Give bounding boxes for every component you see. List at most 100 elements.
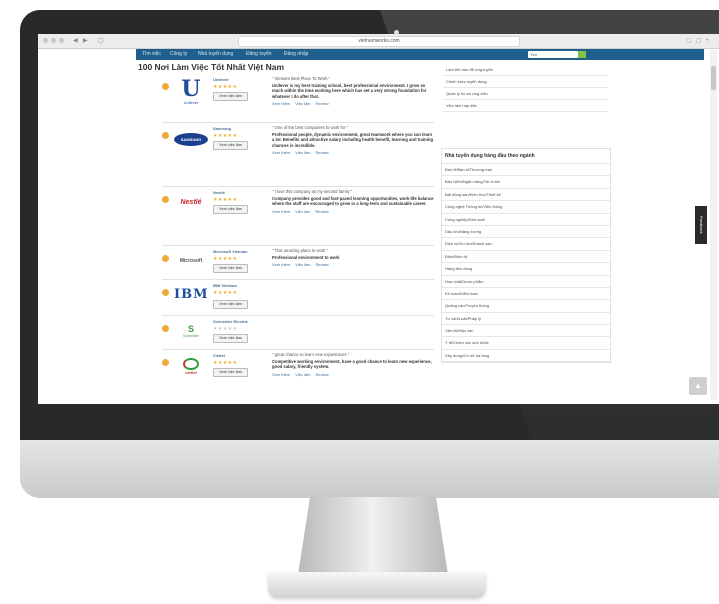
- company-name[interactable]: IBM Vietnam: [213, 283, 237, 288]
- company-name[interactable]: Microsoft Vietnam: [213, 249, 248, 254]
- location-pin-icon: [162, 132, 169, 139]
- industry-link[interactable]: Quảng cáo/Truyền thông: [442, 300, 610, 313]
- nav-item-post-job[interactable]: Đăng tuyển: [246, 50, 272, 59]
- rating-stars: ★★★★★: [213, 326, 238, 332]
- industry-link[interactable]: Dịch vụ/Du lịch/Khách sạn: [442, 238, 610, 251]
- view-jobs-button[interactable]: Xem việc làm: [213, 368, 248, 377]
- company-name[interactable]: Schneider Electric: [213, 319, 248, 324]
- review-links: Xem thêm Việc làm Review: [272, 372, 434, 377]
- sidebar-link[interactable]: Làm thế nào để ứng tuyển: [443, 64, 608, 76]
- rating-stars: ★★★★★: [213, 360, 238, 366]
- industry-link[interactable]: Dầu khí/Năng lượng: [442, 226, 610, 239]
- review-link[interactable]: Review: [316, 262, 329, 267]
- review-link[interactable]: Review: [316, 101, 329, 106]
- forward-arrow-icon[interactable]: ▶: [83, 37, 88, 45]
- browser-action-icons[interactable]: ▢▢+: [686, 37, 713, 44]
- industry-link[interactable]: Bán lẻ/Bán sỉ/Thương mại: [442, 164, 610, 177]
- company-list: U Unilever Unilever ★★★★★ Xem việc làm "…: [162, 74, 434, 390]
- review-link[interactable]: Review: [316, 372, 329, 377]
- view-jobs-button[interactable]: Xem việc làm: [213, 205, 248, 214]
- scrollbar-thumb[interactable]: [711, 66, 716, 90]
- zoom-window-icon[interactable]: [59, 38, 64, 43]
- location-pin-icon: [162, 359, 169, 366]
- nav-item-jobs[interactable]: Tìm việc: [142, 50, 161, 59]
- review-title: " One of the best companies to work for …: [272, 125, 349, 130]
- rating-stars: ★★★★★: [213, 84, 238, 90]
- company-name[interactable]: Unilever: [213, 77, 229, 82]
- company-logo[interactable]: Microsoft: [174, 256, 208, 266]
- sidebar-links: Làm thế nào để ứng tuyển Chiến lược tuyể…: [443, 64, 608, 112]
- page-scrollbar[interactable]: [710, 50, 717, 400]
- more-link[interactable]: Xem thêm: [272, 372, 290, 377]
- review-title: " This amazing place to work ": [272, 248, 328, 253]
- search-button[interactable]: [578, 51, 586, 58]
- view-jobs-button[interactable]: Xem việc làm: [213, 92, 248, 101]
- rating-stars: ★★★★★: [213, 133, 238, 139]
- location-pin-icon: [162, 289, 169, 296]
- minimize-window-icon[interactable]: [51, 38, 56, 43]
- jobs-link[interactable]: Việc làm: [295, 101, 310, 106]
- back-arrow-icon[interactable]: ◀: [73, 37, 78, 45]
- jobs-link[interactable]: Việc làm: [295, 262, 310, 267]
- company-name[interactable]: Nestlé: [213, 190, 225, 195]
- view-jobs-button[interactable]: Xem việc làm: [213, 300, 248, 309]
- more-link[interactable]: Xem thêm: [272, 101, 290, 106]
- monitor-stand: [298, 497, 448, 575]
- company-row: viettel Viettel ★★★★★ Xem việc làm " gre…: [162, 350, 434, 390]
- page-title: 100 Nơi Làm Việc Tốt Nhất Việt Nam: [138, 62, 285, 72]
- more-link[interactable]: Xem thêm: [272, 150, 290, 155]
- company-logo[interactable]: Nestlé: [174, 197, 208, 209]
- industry-link[interactable]: Công nghiệp/Sản xuất: [442, 214, 610, 226]
- industry-link[interactable]: Điện/Điện tử: [442, 251, 610, 264]
- address-bar[interactable]: vietnamworks.com: [238, 36, 520, 47]
- feedback-tab[interactable]: Feedback: [695, 206, 707, 244]
- review-link[interactable]: Review: [316, 150, 329, 155]
- more-link[interactable]: Xem thêm: [272, 262, 290, 267]
- sidebar-link[interactable]: Việc làm hấp dẫn: [443, 100, 608, 112]
- industry-link[interactable]: Kế toán/Kiểm toán: [442, 288, 610, 301]
- back-to-top-icon[interactable]: ▲: [689, 377, 707, 395]
- view-jobs-button[interactable]: Xem việc làm: [213, 264, 248, 273]
- company-logo[interactable]: viettel: [174, 358, 208, 375]
- view-jobs-button[interactable]: Xem việc làm: [213, 141, 248, 150]
- jobs-link[interactable]: Việc làm: [295, 372, 310, 377]
- industry-link[interactable]: Công nghệ Thông tin/Viễn thông: [442, 201, 610, 214]
- company-row: U Unilever Unilever ★★★★★ Xem việc làm "…: [162, 74, 434, 123]
- review-links: Xem thêm Việc làm Review: [272, 101, 434, 106]
- industry-link[interactable]: Tư vấn/Luật/Pháp lý: [442, 313, 610, 326]
- jobs-link[interactable]: Việc làm: [295, 209, 310, 214]
- industry-link[interactable]: Hàng tiêu dùng: [442, 263, 610, 276]
- view-jobs-button[interactable]: Xem việc làm: [213, 334, 248, 343]
- sidebar-toggle-icon[interactable]: ▢: [98, 37, 104, 45]
- review-block: " Vietnam Best Place To Work " Unilever …: [272, 76, 434, 106]
- company-logo[interactable]: S Schneider: [174, 324, 208, 338]
- industry-link[interactable]: Y tế/Chăm sóc sức khỏe: [442, 337, 610, 350]
- company-logo[interactable]: IBM: [174, 286, 208, 304]
- industry-link[interactable]: Bất động sản/Kiến trúc/Thiết kế: [442, 189, 610, 202]
- jobs-link[interactable]: Việc làm: [295, 150, 310, 155]
- nav-item-login[interactable]: Đăng nhập: [284, 50, 308, 59]
- more-link[interactable]: Xem thêm: [272, 209, 290, 214]
- industry-link[interactable]: Vận tải/Hậu cần: [442, 325, 610, 338]
- sidebar-link[interactable]: Chiến lược tuyển dụng: [443, 76, 608, 88]
- review-link[interactable]: Review: [316, 209, 329, 214]
- company-row: IBM IBM Vietnam ★★★★★ Xem việc làm: [162, 280, 434, 316]
- sidebar-box-title: Nhà tuyển dụng hàng đầu theo ngành: [442, 149, 610, 164]
- industry-link[interactable]: Bảo hiểm/Ngân hàng/Tài chính: [442, 176, 610, 189]
- company-logo[interactable]: SAMSUNG: [174, 133, 208, 146]
- company-name[interactable]: Viettel: [213, 353, 225, 358]
- nav-item-employers[interactable]: Nhà tuyển dụng: [198, 50, 233, 59]
- industry-link[interactable]: Hóa chất/Dược phẩm: [442, 276, 610, 288]
- search-input[interactable]: Tìm: [528, 51, 578, 58]
- screen: ◀ ▶ ▢ vietnamworks.com ▢▢+ Tìm việc Công…: [38, 34, 719, 404]
- company-logo[interactable]: U Unilever: [174, 78, 208, 105]
- location-pin-icon: [162, 325, 169, 332]
- review-text: Unilever is my best training school, bes…: [272, 82, 427, 99]
- sidebar-link[interactable]: Quản lý hồ sơ ứng viên: [443, 88, 608, 100]
- location-pin-icon: [162, 255, 169, 262]
- company-name[interactable]: Samsung: [213, 126, 231, 131]
- nav-item-companies[interactable]: Công ty: [170, 50, 187, 59]
- review-title: " I love this company as my second famil…: [272, 189, 353, 194]
- industry-link[interactable]: Xây dựng/Cơ sở hạ tầng: [442, 350, 610, 363]
- close-window-icon[interactable]: [43, 38, 48, 43]
